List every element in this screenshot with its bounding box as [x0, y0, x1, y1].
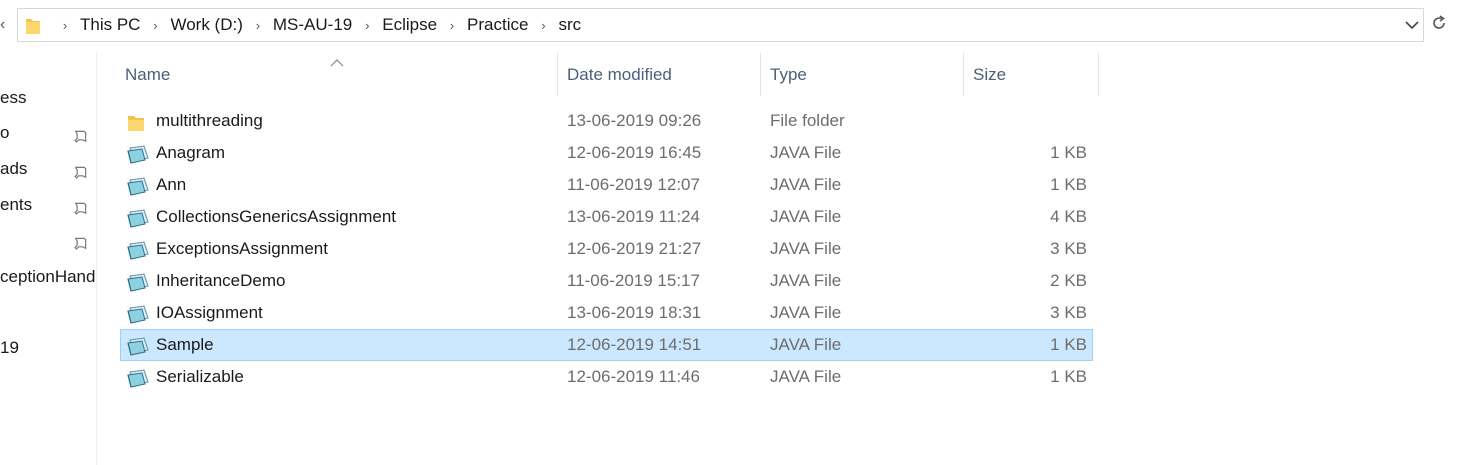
column-divider[interactable] — [963, 53, 964, 96]
file-size: 4 KB — [1050, 207, 1087, 226]
breadcrumb-item[interactable]: MS-AU-19 — [269, 15, 356, 35]
column-divider[interactable] — [557, 53, 558, 96]
file-name: Anagram — [156, 143, 225, 162]
chevron-right-icon[interactable]: › — [247, 18, 269, 33]
nav-item-label: ads — [0, 159, 28, 178]
file-name: IOAssignment — [156, 303, 263, 322]
file-date-modified: 12-06-2019 14:51 — [567, 335, 702, 354]
breadcrumb-item[interactable]: This PC — [76, 15, 144, 35]
file-row[interactable]: InheritanceDemo 11-06-2019 15:17 JAVA File… — [120, 265, 1093, 297]
nav-item[interactable]: 19 — [0, 333, 96, 363]
file-date-modified: 12-06-2019 21:27 — [567, 239, 702, 258]
column-header-date-modified[interactable]: Date modified — [567, 53, 760, 96]
file-type: JAVA File — [770, 271, 842, 290]
file-name: Serializable — [156, 367, 244, 386]
file-name: multithreading — [156, 111, 263, 130]
breadcrumb-item[interactable]: Practice — [463, 15, 532, 35]
file-date-modified: 13-06-2019 11:24 — [567, 207, 700, 226]
navigation-pane[interactable]: ess o ads ents ceptionHand 19 — [0, 53, 97, 465]
pin-icon[interactable] — [72, 125, 88, 148]
file-type: JAVA File — [770, 367, 842, 386]
file-size: 2 KB — [1050, 271, 1087, 290]
java-file-icon — [126, 144, 150, 164]
java-file-icon — [126, 208, 150, 228]
breadcrumb: › This PC › Work (D:) › MS-AU-19 › Eclipse › Prac… — [54, 9, 585, 41]
chevron-right-icon[interactable]: › — [532, 18, 554, 33]
column-header-size[interactable]: Size — [973, 53, 1098, 96]
pin-icon[interactable] — [72, 197, 88, 220]
nav-item[interactable] — [0, 225, 96, 255]
file-explorer-window: ‹ › This PC › Work (D:) › MS-AU-19 › Eclipse › Pr… — [0, 0, 1458, 465]
file-type: File folder — [770, 111, 845, 130]
file-date-modified: 13-06-2019 18:31 — [567, 303, 702, 322]
file-size: 1 KB — [1050, 143, 1087, 162]
pin-icon[interactable] — [72, 232, 88, 255]
column-header-type[interactable]: Type — [770, 53, 963, 96]
file-size: 1 KB — [1050, 175, 1087, 194]
file-row[interactable]: Ann 11-06-2019 12:07 JAVA File 1 KB — [120, 169, 1093, 201]
chevron-right-icon[interactable]: › — [441, 18, 463, 33]
file-date-modified: 12-06-2019 11:46 — [567, 367, 700, 386]
address-bar-chevron[interactable]: ‹ — [0, 12, 12, 38]
pin-icon[interactable] — [72, 161, 88, 184]
nav-item[interactable]: ads — [0, 154, 96, 184]
refresh-icon — [1430, 14, 1448, 37]
file-row[interactable]: Anagram 12-06-2019 16:45 JAVA File 1 KB — [120, 137, 1093, 169]
nav-item[interactable]: ceptionHand — [0, 262, 96, 292]
file-type: JAVA File — [770, 239, 842, 258]
file-name: InheritanceDemo — [156, 271, 286, 290]
file-date-modified: 11-06-2019 12:07 — [567, 175, 700, 194]
chevron-right-icon[interactable]: › — [144, 18, 166, 33]
file-row[interactable]: ExceptionsAssignment 12-06-2019 21:27 JAVA… — [120, 233, 1093, 265]
file-row[interactable]: Serializable 12-06-2019 11:46 JAVA File 1 K… — [120, 361, 1093, 393]
file-row[interactable]: IOAssignment 13-06-2019 18:31 JAVA File 3 K… — [120, 297, 1093, 329]
nav-item[interactable]: ess — [0, 83, 96, 113]
folder-icon — [25, 17, 41, 40]
file-date-modified: 11-06-2019 15:17 — [567, 271, 700, 290]
nav-item-label: ess — [0, 88, 27, 107]
file-date-modified: 13-06-2019 09:26 — [567, 111, 702, 130]
file-type: JAVA File — [770, 207, 842, 226]
breadcrumb-item[interactable]: src — [554, 15, 585, 35]
file-date-modified: 12-06-2019 16:45 — [567, 143, 702, 162]
java-file-icon — [126, 176, 150, 196]
nav-item[interactable]: ents — [0, 190, 96, 220]
nav-item-label: 19 — [0, 338, 19, 357]
nav-item[interactable]: o — [0, 118, 96, 148]
file-name: Sample — [156, 335, 214, 354]
java-file-icon — [126, 240, 150, 260]
java-file-icon — [126, 336, 150, 356]
nav-item-label: ents — [0, 195, 33, 214]
java-file-icon — [126, 272, 150, 292]
refresh-button[interactable] — [1428, 12, 1450, 38]
breadcrumb-item[interactable]: Work (D:) — [166, 15, 246, 35]
nav-item-label: ceptionHand — [0, 267, 96, 286]
file-name: ExceptionsAssignment — [156, 239, 328, 258]
java-file-icon — [126, 304, 150, 324]
column-header-name[interactable]: Name — [125, 53, 557, 96]
chevron-right-icon[interactable]: › — [356, 18, 378, 33]
file-size: 1 KB — [1050, 335, 1087, 354]
chevron-down-icon[interactable] — [1401, 9, 1423, 41]
file-size: 3 KB — [1050, 239, 1087, 258]
chevron-right-icon[interactable]: › — [54, 18, 76, 33]
file-size: 1 KB — [1050, 367, 1087, 386]
breadcrumb-item[interactable]: Eclipse — [378, 15, 441, 35]
file-size: 3 KB — [1050, 303, 1087, 322]
file-row[interactable]: CollectionsGenericsAssignment 13-06-2019 … — [120, 201, 1093, 233]
file-row[interactable]: Sample 12-06-2019 14:51 JAVA File 1 KB — [120, 329, 1093, 361]
file-type: JAVA File — [770, 303, 842, 322]
file-name: Ann — [156, 175, 187, 194]
column-divider[interactable] — [1098, 53, 1099, 96]
column-divider[interactable] — [760, 53, 761, 96]
file-type: JAVA File — [770, 335, 842, 354]
file-name: CollectionsGenericsAssignment — [156, 207, 396, 226]
file-type: JAVA File — [770, 175, 842, 194]
file-type: JAVA File — [770, 143, 842, 162]
folder-icon — [126, 112, 146, 132]
folder-row[interactable]: multithreading 13-06-2019 09:26 File folde… — [120, 105, 1093, 137]
java-file-icon — [126, 368, 150, 388]
address-bar[interactable]: › This PC › Work (D:) › MS-AU-19 › Eclipse › Prac… — [17, 8, 1424, 42]
nav-item-label: o — [0, 123, 10, 142]
